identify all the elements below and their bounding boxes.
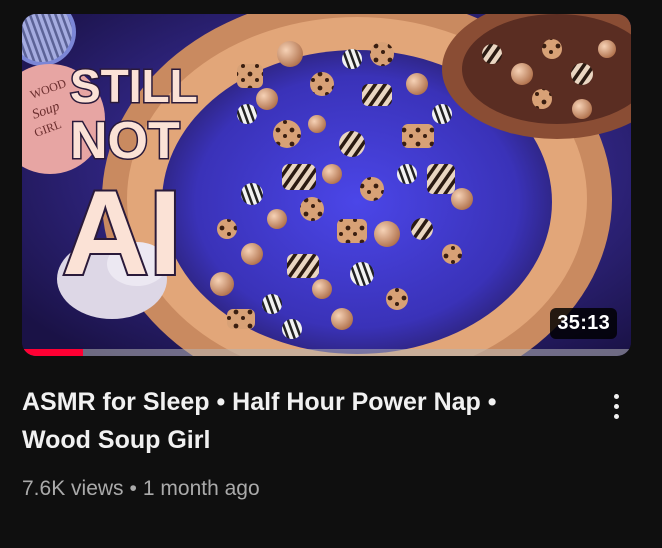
thumbnail-overlay-text: STILL NOT AI (60, 59, 199, 303)
upload-age: 1 month ago (142, 477, 260, 500)
video-metadata: 7.6K views • 1 month ago (22, 477, 260, 501)
thumbnail-image: WOOD Soup GIRL STILL NOT AI (22, 14, 631, 356)
more-options-button[interactable] (600, 386, 632, 426)
overlay-line-3: AI (62, 166, 182, 300)
video-title[interactable]: ASMR for Sleep • Half Hour Power Nap • W… (22, 383, 562, 459)
more-vert-icon (613, 393, 619, 419)
overlay-line-2: NOT (70, 112, 180, 170)
duration-badge: 35:13 (550, 308, 617, 339)
view-count: 7.6K views (22, 477, 124, 500)
watch-progress-bar (22, 349, 631, 356)
meta-separator: • (129, 477, 137, 500)
overlay-line-1: STILL (70, 60, 198, 112)
video-card[interactable]: WOOD Soup GIRL STILL NOT AI 35:13 ASMR f… (0, 0, 662, 548)
video-thumbnail[interactable]: WOOD Soup GIRL STILL NOT AI 35:13 (22, 14, 631, 356)
watch-progress-fill (22, 349, 83, 356)
